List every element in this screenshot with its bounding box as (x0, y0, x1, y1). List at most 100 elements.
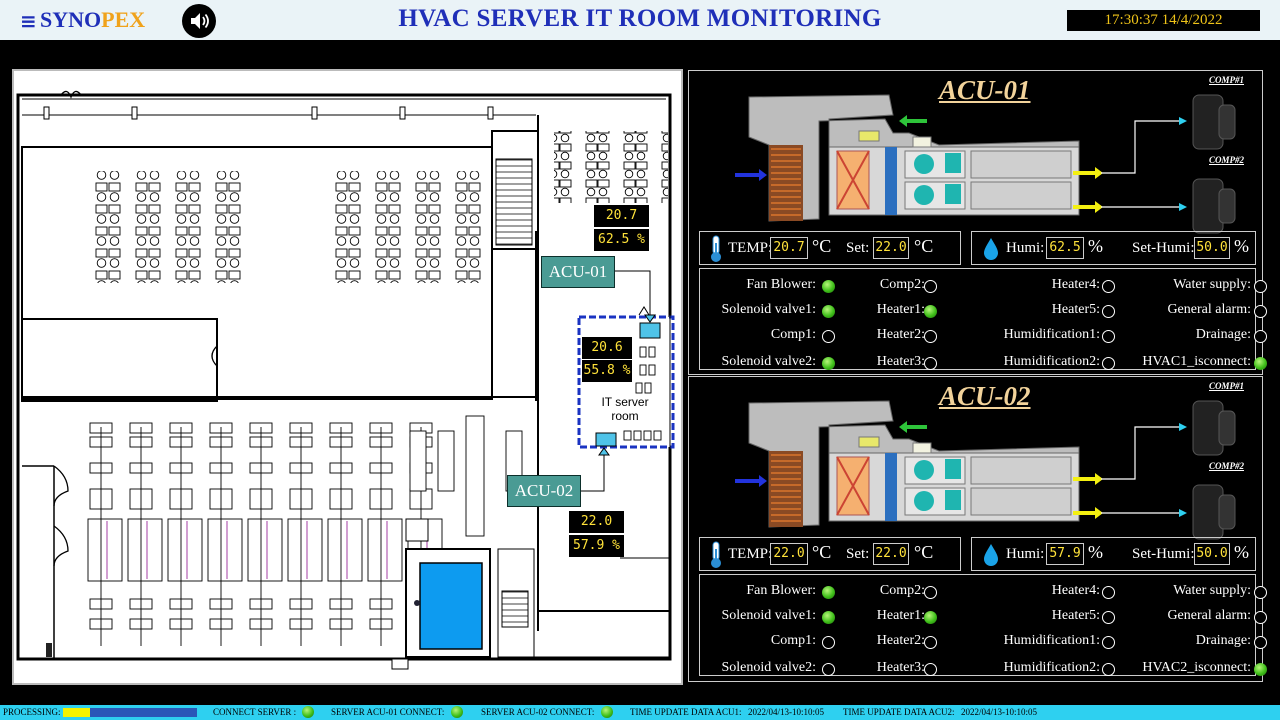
status-label: Heater2: (876, 633, 925, 648)
floor-plan: 20.7 °C 62.5 % ACU-01 20.6 °C 55.8 % IT … (12, 69, 683, 685)
status-led-indicator (1102, 305, 1115, 318)
status-led-indicator (1254, 330, 1267, 343)
humidity-box: Humi: 57.9% Set-Humi: 50.0% (971, 537, 1256, 571)
acu02-connect-led (601, 706, 613, 718)
status-label: Comp2: (879, 583, 925, 598)
time-acu2-label: TIME UPDATE DATA ACU2: (843, 707, 955, 717)
humi-value: 62.5 (1046, 237, 1084, 259)
acu1-panel: ACU-01 COMP#1 COMP#2 TEMP: 20.7 °C Set: 22.0 °C… (688, 70, 1267, 375)
status-label: Drainage: (1195, 633, 1251, 648)
comp1-label: COMP#1 (1209, 381, 1245, 391)
comp2-label: COMP#2 (1209, 461, 1245, 471)
status-led-indicator (924, 611, 937, 624)
thermometer-icon (708, 541, 724, 574)
status-label: Heater5: (1051, 302, 1100, 317)
thermometer-icon (708, 235, 724, 268)
set-humi-unit: % (1234, 542, 1249, 562)
status-grid: Fan Blower: Comp2: Heater4: Water supply: So… (699, 574, 1267, 676)
status-led-indicator (924, 586, 937, 599)
temp-unit: °C (812, 236, 832, 256)
status-label: Solenoid valve2: (721, 354, 817, 369)
water-drop-icon (982, 237, 1000, 266)
status-led-indicator (924, 330, 937, 343)
set-temp-label: Set: (846, 240, 870, 256)
set-humi-label: Set-Humi: (1132, 240, 1195, 256)
status-led-indicator (1102, 636, 1115, 649)
status-label: Drainage: (1195, 327, 1251, 342)
time-acu2-value: 2022/04/13-10:10:05 (961, 707, 1037, 717)
status-led-indicator (924, 663, 937, 676)
status-grid: Fan Blower: Comp2: Heater4: Water supply: So… (699, 268, 1267, 370)
temp-label: TEMP: (728, 240, 773, 256)
status-led-indicator (1102, 663, 1115, 676)
time-acu1-value: 2022/04/13-10:10:05 (748, 707, 824, 717)
temp-label: TEMP: (728, 546, 773, 562)
status-led-indicator (1102, 586, 1115, 599)
status-label: HVAC2_isconnect: (1142, 660, 1251, 675)
status-label: Heater5: (1051, 608, 1100, 623)
status-label: Heater3: (876, 660, 925, 675)
humi-label: Humi: (1006, 546, 1045, 562)
temp-value: 20.7 (770, 237, 808, 259)
temp-value: 22.0 (770, 543, 808, 565)
set-humi-label: Set-Humi: (1132, 546, 1195, 562)
processing-label: PROCESSING: (3, 707, 61, 717)
status-label: Heater1: (876, 608, 925, 623)
status-led-indicator (1254, 305, 1267, 318)
status-label: Heater4: (1051, 277, 1100, 292)
status-led-indicator (1254, 611, 1267, 624)
it-room-humi-readout: 55.8 % (582, 360, 632, 382)
acu-unit-illustration (709, 391, 1269, 541)
progress-fill (63, 708, 90, 717)
acu01-connect-led (451, 706, 463, 718)
status-led-indicator (924, 280, 937, 293)
status-led-indicator (924, 357, 937, 370)
status-label: Comp1: (770, 327, 816, 342)
status-label: Heater2: (876, 327, 925, 342)
time-acu1-label: TIME UPDATE DATA ACU1: (630, 707, 742, 717)
status-bar: PROCESSING: CONNECT SERVER : SERVER ACU-… (0, 705, 1280, 720)
acu02-tag[interactable]: ACU-02 (507, 475, 581, 507)
set-humi-unit: % (1234, 236, 1249, 256)
set-temp-unit: °C (914, 542, 934, 562)
status-label: Humidification2: (1003, 354, 1100, 369)
it-room-temp-readout: 20.6 °C (582, 337, 632, 375)
set-temp-label: Set: (846, 546, 870, 562)
status-label: Water supply: (1173, 277, 1251, 292)
acu02-connect-label: SERVER ACU-02 CONNECT: (481, 707, 595, 717)
status-label: General alarm: (1167, 302, 1251, 317)
temp-unit: °C (812, 542, 832, 562)
acu01-connect-label: SERVER ACU-01 CONNECT: (331, 707, 445, 717)
connect-server-led (302, 706, 314, 718)
status-label: Fan Blower: (746, 277, 816, 292)
set-temp-value: 22.0 (873, 237, 909, 259)
status-label: Humidification1: (1003, 633, 1100, 648)
status-label: Humidification1: (1003, 327, 1100, 342)
status-label: Heater3: (876, 354, 925, 369)
status-label: Solenoid valve1: (721, 302, 817, 317)
comp2-label: COMP#2 (1209, 155, 1245, 165)
status-label: General alarm: (1167, 608, 1251, 623)
status-led-indicator (1102, 357, 1115, 370)
status-led-indicator (1254, 636, 1267, 649)
zone-temp-readout: 20.7 °C (594, 205, 649, 243)
status-led-indicator (1254, 663, 1267, 676)
zone-humi-readout: 62.5 % (594, 229, 649, 251)
status-label: HVAC1_isconnect: (1142, 354, 1251, 369)
it-server-room-label: IT server room (601, 395, 649, 423)
status-led-indicator (1102, 280, 1115, 293)
status-label: Heater4: (1051, 583, 1100, 598)
acu01-tag[interactable]: ACU-01 (541, 256, 615, 288)
water-drop-icon (982, 543, 1000, 572)
status-label: Comp2: (879, 277, 925, 292)
zone2-temp-readout: 22.0 °C (569, 511, 624, 549)
humi-unit: % (1088, 236, 1103, 256)
status-label: Comp1: (770, 633, 816, 648)
zone2-humi-readout: 57.9 % (569, 535, 624, 557)
clock-display: 17:30:37 14/4/2022 (1067, 10, 1260, 31)
processing-progress-bar (63, 708, 197, 717)
status-led-indicator (1254, 586, 1267, 599)
set-temp-unit: °C (914, 236, 934, 256)
status-led-indicator (924, 305, 937, 318)
status-label: Solenoid valve1: (721, 608, 817, 623)
